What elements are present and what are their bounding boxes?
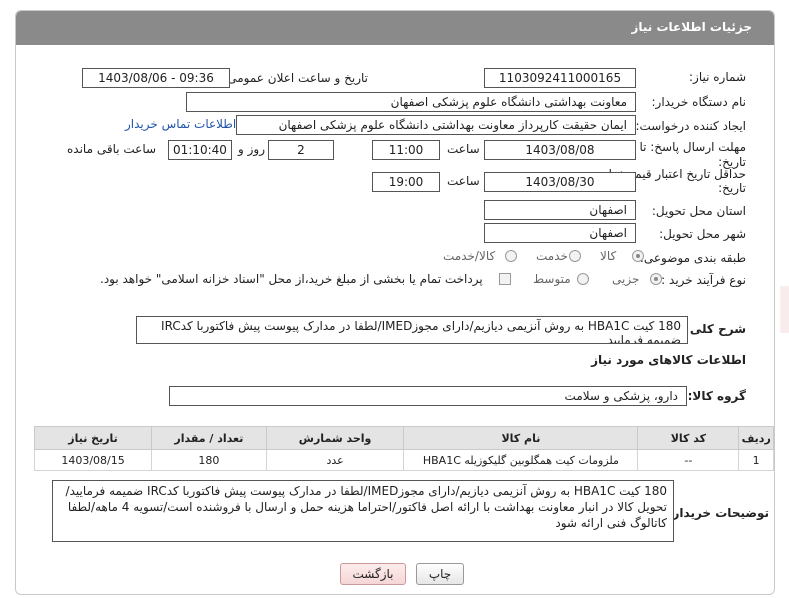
deadline-time-field: 11:00 bbox=[372, 140, 440, 160]
category-option-goods-service: کالا/خدمت bbox=[443, 249, 496, 263]
page-title: جزئیات اطلاعات نیاز bbox=[631, 20, 752, 34]
province-label: استان محل تحویل: bbox=[651, 204, 746, 218]
print-button[interactable]: چاپ bbox=[416, 563, 464, 585]
buyer-notes-field: 180 کیت HBA1C به روش آنزیمی دیازیم/دارای… bbox=[52, 480, 674, 542]
process-option-medium: متوسط bbox=[533, 272, 571, 286]
buyer-notes-label: توضیحات خریدار: bbox=[667, 506, 769, 520]
announce-label: تاریخ و ساعت اعلان عمومی: bbox=[223, 71, 368, 85]
category-option-service: خدمت bbox=[536, 249, 568, 263]
announce-field: 1403/08/06 - 09:36 bbox=[82, 68, 230, 88]
cell-row: 1 bbox=[738, 449, 774, 471]
table-row: 1 -- ملزومات کیت همگلوبین گلیکوزیله HBA1… bbox=[33, 449, 774, 471]
goods-table: ردیف کد کالا نام کالا واحد شمارش تعداد /… bbox=[33, 426, 774, 471]
col-qty-header: تعداد / مقدار bbox=[151, 426, 267, 450]
category-radio-goods[interactable] bbox=[632, 250, 644, 262]
buyer-org-label: نام دستگاه خریدار: bbox=[651, 95, 747, 109]
goods-table-header: ردیف کد کالا نام کالا واحد شمارش تعداد /… bbox=[33, 426, 774, 450]
validity-date-label: تاریخ: bbox=[718, 181, 746, 195]
cell-date: 1403/08/15 bbox=[33, 449, 153, 471]
time-remaining-field: 01:10:40 bbox=[168, 140, 232, 160]
province-field: اصفهان bbox=[484, 200, 636, 220]
category-radio-service[interactable] bbox=[569, 250, 581, 262]
cell-name: ملزومات کیت همگلوبین گلیکوزیله HBA1C bbox=[403, 449, 639, 471]
cell-unit: عدد bbox=[265, 449, 405, 471]
col-date-header: تاریخ نیاز bbox=[33, 426, 153, 450]
days-label: روز و bbox=[238, 142, 265, 156]
deadline-date-field: 1403/08/08 bbox=[484, 140, 636, 160]
process-radio-minor[interactable] bbox=[650, 273, 662, 285]
buyer-org-field: معاونت بهداشتی دانشگاه علوم پزشکی اصفهان bbox=[186, 92, 636, 112]
deadline-time-label: ساعت bbox=[447, 142, 480, 156]
col-code-header: کد کالا bbox=[637, 426, 740, 450]
category-label: طبقه بندی موضوعی: bbox=[639, 251, 746, 265]
remaining-label: ساعت باقی مانده bbox=[67, 142, 157, 156]
creator-label: ایجاد کننده درخواست: bbox=[635, 119, 746, 133]
col-row-header: ردیف bbox=[738, 426, 774, 450]
validity-time-label: ساعت bbox=[447, 174, 480, 188]
cell-code: -- bbox=[637, 449, 740, 471]
need-number-field: 1103092411000165 bbox=[484, 68, 636, 88]
category-radio-goods-service[interactable] bbox=[505, 250, 517, 262]
city-label: شهر محل تحویل: bbox=[659, 227, 746, 241]
validity-time-field: 19:00 bbox=[372, 172, 440, 192]
goods-group-field: دارو، پزشکی و سلامت bbox=[169, 386, 687, 406]
col-unit-header: واحد شمارش bbox=[265, 426, 405, 450]
validity-date-field: 1403/08/30 bbox=[484, 172, 636, 192]
col-name-header: نام کالا bbox=[403, 426, 639, 450]
treasury-payment-note: پرداخت تمام یا بخشی از مبلغ خرید،از محل … bbox=[100, 272, 483, 286]
process-option-minor: جزیی bbox=[612, 272, 640, 286]
need-number-label: شماره نیاز: bbox=[689, 70, 746, 84]
contact-info-link[interactable]: اطلاعات تماس خریدار bbox=[125, 117, 236, 131]
back-button[interactable]: بازگشت bbox=[340, 563, 406, 585]
cell-qty: 180 bbox=[151, 449, 267, 471]
deadline-label: مهلت ارسال پاسخ: تا bbox=[639, 140, 746, 154]
goods-group-label: گروه کالا: bbox=[687, 389, 746, 403]
process-radio-medium[interactable] bbox=[577, 273, 589, 285]
city-field: اصفهان bbox=[484, 223, 636, 243]
goods-section-title: اطلاعات کالاهای مورد نیاز bbox=[591, 353, 746, 367]
days-remaining-field: 2 bbox=[268, 140, 334, 160]
process-label: نوع فرآیند خرید : bbox=[661, 273, 746, 287]
creator-field: ایمان حقیقت کارپرداز معاونت بهداشتی دانش… bbox=[236, 115, 636, 135]
treasury-payment-checkbox[interactable] bbox=[499, 273, 511, 285]
summary-field: 180 کیت HBA1C به روش آنزیمی دیازیم/دارای… bbox=[136, 316, 688, 344]
category-option-goods: کالا bbox=[600, 249, 617, 263]
